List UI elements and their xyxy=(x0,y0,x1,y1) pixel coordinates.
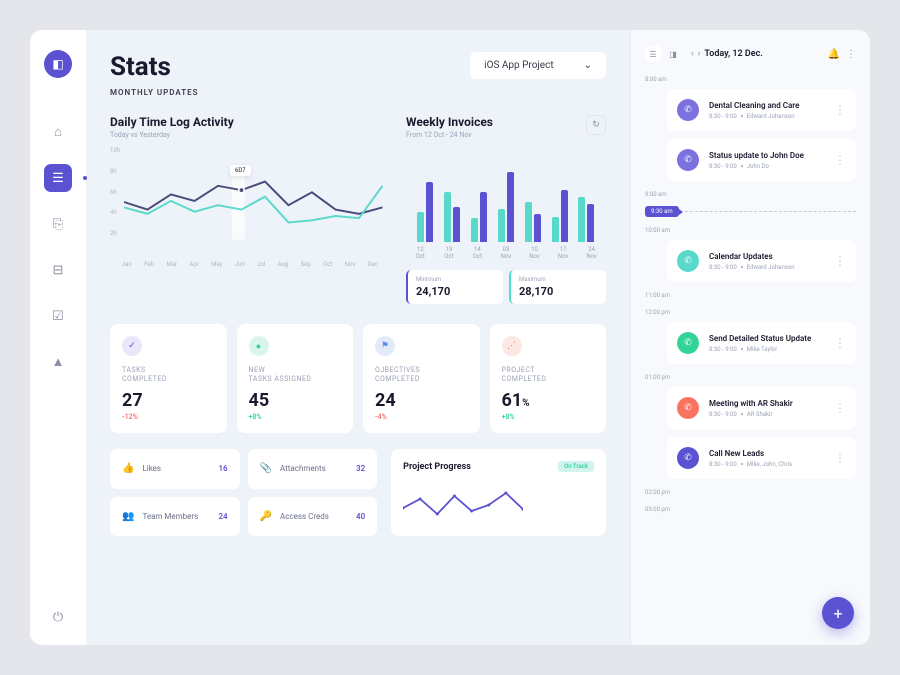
stat-card: ✓ TASKSCOMPLETED 27 -12% xyxy=(110,324,227,433)
event-more[interactable]: ⋮ xyxy=(834,103,846,117)
prev-day[interactable]: ‹ xyxy=(691,49,694,59)
time-slot: 01:00 pm xyxy=(645,374,856,381)
quick-stat[interactable]: 👥 Team Members 24 xyxy=(110,497,240,537)
stat-icon: ⋰ xyxy=(502,336,522,356)
invoice-min: Minimum 24,170 xyxy=(406,270,503,304)
list-icon: ☰ xyxy=(52,171,64,186)
logo[interactable]: ◧ xyxy=(44,50,72,78)
time-slot: 11:00 am xyxy=(645,292,856,299)
page-title: Stats xyxy=(110,52,199,82)
nav-tasks[interactable]: ☑ xyxy=(44,302,72,330)
stat-icon: ● xyxy=(249,336,269,356)
more-icon[interactable]: ⋮ xyxy=(846,49,856,60)
event-icon: ✆ xyxy=(677,250,699,272)
add-button[interactable]: + xyxy=(822,597,854,629)
invoice-max: Maximum 28,170 xyxy=(509,270,606,304)
calendar-panel: ☰ ◨ ‹ › Today, 12 Dec. 🔔 ⋮ 8:00 am ✆ Den… xyxy=(630,30,870,645)
power-button[interactable]: ⏻ xyxy=(53,610,63,625)
event-more[interactable]: ⋮ xyxy=(834,401,846,415)
next-day[interactable]: › xyxy=(698,49,701,59)
quick-stat[interactable]: 🔑 Access Creds 40 xyxy=(248,497,378,537)
event-more[interactable]: ⋮ xyxy=(834,153,846,167)
home-icon: ⌂ xyxy=(54,124,62,140)
event-icon: ✆ xyxy=(677,332,699,354)
stat-card: ● NEWTASKS ASSIGNED 45 +8% xyxy=(237,324,354,433)
event-more[interactable]: ⋮ xyxy=(834,451,846,465)
time-slot: 10:00 am xyxy=(645,227,856,234)
event-card[interactable]: ✆ Dental Cleaning and Care 8:30 - 9:00Ed… xyxy=(667,89,856,131)
chevron-down-icon: ⌄ xyxy=(584,60,592,71)
nav-docs[interactable]: ⎘ xyxy=(44,210,72,238)
event-icon: ✆ xyxy=(677,397,699,419)
user-icon: ▲ xyxy=(52,354,65,370)
event-icon: ✆ xyxy=(677,149,699,171)
quick-stat[interactable]: 📎 Attachments 32 xyxy=(248,449,378,489)
project-selector[interactable]: iOS App Project ⌄ xyxy=(470,52,606,79)
nav-chat[interactable]: ⊟ xyxy=(44,256,72,284)
event-card[interactable]: ✆ Calendar Updates 8:30 - 9:00Edward Joh… xyxy=(667,240,856,282)
time-log-chart: Daily Time Log Activity Today vs Yesterd… xyxy=(110,115,390,304)
event-more[interactable]: ⋮ xyxy=(834,336,846,350)
stat-card: ⋰ PROJECTCOMPLETED 61% +8% xyxy=(490,324,607,433)
refresh-button[interactable]: ↻ xyxy=(586,115,606,135)
event-card[interactable]: ✆ Send Detailed Status Update 8:30 - 9:0… xyxy=(667,322,856,364)
nav-home[interactable]: ⌂ xyxy=(44,118,72,146)
chat-icon: ⊟ xyxy=(53,263,64,278)
invoices-chart: Weekly Invoices From 12 Oct - 24 Nov ↻ 1… xyxy=(406,115,606,304)
stat-icon: ⚑ xyxy=(375,336,395,356)
nav-stats[interactable]: ☰ xyxy=(44,164,72,192)
current-time-badge: 9:30 am xyxy=(645,206,679,217)
doc-icon: ⎘ xyxy=(53,217,63,232)
event-card[interactable]: ✆ Call New Leads 8:30 - 9:00Mike, John, … xyxy=(667,437,856,479)
progress-badge: On Track xyxy=(558,461,594,472)
event-more[interactable]: ⋮ xyxy=(834,254,846,268)
check-icon: ☑ xyxy=(52,309,64,324)
progress-card: Project Progress On Track xyxy=(391,449,606,536)
time-slot: 03:00 pm xyxy=(645,506,856,513)
date-label: Today, 12 Dec. xyxy=(704,49,762,59)
view-list[interactable]: ☰ xyxy=(645,46,661,62)
event-card[interactable]: ✆ Meeting with AR Shakir 8:30 - 9:00AR S… xyxy=(667,387,856,429)
time-slot: 8:00 am xyxy=(645,76,856,83)
chart-tooltip: 6D7 xyxy=(230,165,251,176)
time-slot: 12:00 pm xyxy=(645,309,856,316)
quick-stat[interactable]: 👍 Likes 16 xyxy=(110,449,240,489)
view-grid[interactable]: ◨ xyxy=(665,46,681,62)
event-icon: ✆ xyxy=(677,447,699,469)
event-icon: ✆ xyxy=(677,99,699,121)
stat-icon: ✓ xyxy=(122,336,142,356)
time-slot: 02:00 pm xyxy=(645,489,856,496)
page-subtitle: MONTHLY UPDATES xyxy=(110,88,199,97)
bell-icon[interactable]: 🔔 xyxy=(828,49,840,60)
main-content: Stats MONTHLY UPDATES iOS App Project ⌄ … xyxy=(86,30,630,645)
stat-card: ⚑ OJBECTIVESCOMPLETED 24 -4% xyxy=(363,324,480,433)
event-card[interactable]: ✆ Status update to John Doe 8:30 - 9:00J… xyxy=(667,139,856,181)
sidebar: ◧ ⌂ ☰ ⎘ ⊟ ☑ ▲ ⏻ xyxy=(30,30,86,645)
nav-profile[interactable]: ▲ xyxy=(44,348,72,376)
time-slot: 9:00 am xyxy=(645,191,856,198)
